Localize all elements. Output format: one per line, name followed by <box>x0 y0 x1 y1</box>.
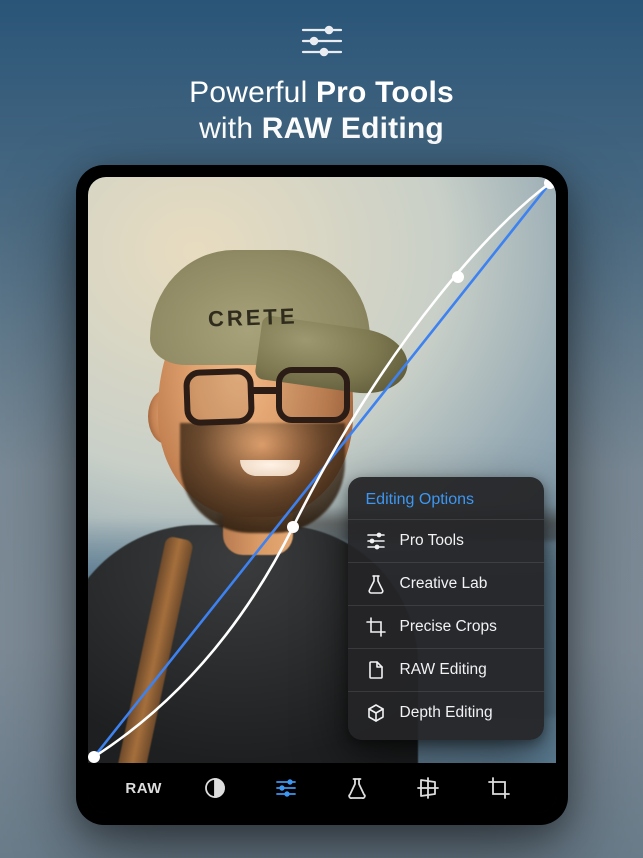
tool-exposure[interactable] <box>192 763 238 813</box>
headline-pre: Powerful <box>189 76 316 109</box>
tool-raw[interactable]: RAW <box>121 763 167 813</box>
crop-icon <box>366 617 386 637</box>
option-raw-editing[interactable]: RAW Editing <box>348 648 544 691</box>
option-creative-lab[interactable]: Creative Lab <box>348 562 544 605</box>
bottom-toolbar: RAW <box>88 763 556 813</box>
exposure-icon <box>203 776 227 800</box>
file-icon <box>366 660 386 680</box>
photo-subject: CRETE <box>88 215 388 763</box>
sliders-hero-icon <box>300 24 344 63</box>
editing-options-popup: Editing Options Pro Tools Creative Lab <box>348 477 544 740</box>
sliders-icon <box>274 776 298 800</box>
option-precise-crops[interactable]: Precise Crops <box>348 605 544 648</box>
tool-adjust[interactable] <box>263 763 309 813</box>
popup-title: Editing Options <box>348 491 544 519</box>
device-frame: CRETE Editing Options Pro T <box>76 165 568 825</box>
headline-bold-1: Pro Tools <box>316 76 454 109</box>
perspective-icon <box>416 776 440 800</box>
option-depth-editing[interactable]: Depth Editing <box>348 691 544 734</box>
option-pro-tools[interactable]: Pro Tools <box>348 519 544 562</box>
device-screen: CRETE Editing Options Pro T <box>88 177 556 813</box>
headline-mid: with <box>199 112 262 145</box>
tool-raw-label: RAW <box>125 780 162 797</box>
flask-icon <box>346 777 368 799</box>
tool-lab[interactable] <box>334 763 380 813</box>
option-label: Creative Lab <box>400 575 488 593</box>
option-label: Precise Crops <box>400 618 497 636</box>
tool-perspective[interactable] <box>405 763 451 813</box>
flask-icon <box>366 574 386 594</box>
headline-bold-2: RAW Editing <box>262 112 444 145</box>
option-label: Pro Tools <box>400 532 464 550</box>
option-label: RAW Editing <box>400 661 487 679</box>
tool-crop[interactable] <box>476 763 522 813</box>
marketing-header: Powerful Pro Tools with RAW Editing <box>0 0 643 147</box>
headline: Powerful Pro Tools with RAW Editing <box>0 75 643 147</box>
option-label: Depth Editing <box>400 704 493 722</box>
sliders-icon <box>366 531 386 551</box>
cap-text: CRETE <box>207 303 297 332</box>
cube-icon <box>366 703 386 723</box>
crop-icon <box>487 776 511 800</box>
